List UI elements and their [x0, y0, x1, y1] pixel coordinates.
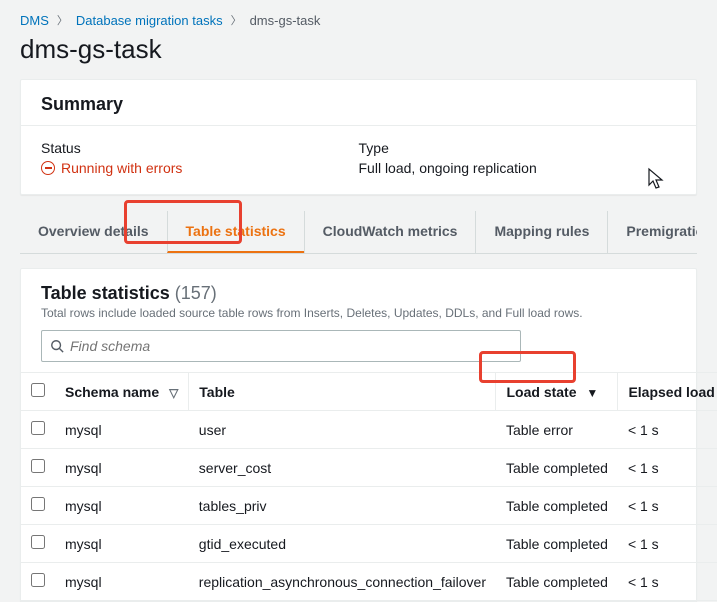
- cell-schema: mysql: [55, 525, 189, 563]
- cell-table: replication_asynchronous_connection_fail…: [189, 563, 496, 601]
- cell-elapsed: < 1 s: [618, 525, 717, 563]
- breadcrumb: DMS 〉 Database migration tasks 〉 dms-gs-…: [20, 12, 697, 28]
- col-load-state[interactable]: Load state ▼: [496, 373, 618, 411]
- table-row: mysqluserTable error< 1 s: [21, 411, 717, 449]
- cell-load-state: Table completed: [496, 487, 618, 525]
- cell-elapsed: < 1 s: [618, 563, 717, 601]
- page-title: dms-gs-task: [20, 34, 697, 65]
- cell-table: gtid_executed: [189, 525, 496, 563]
- cell-schema: mysql: [55, 411, 189, 449]
- type-value: Full load, ongoing replication: [359, 160, 677, 176]
- row-checkbox[interactable]: [31, 535, 45, 549]
- cell-elapsed: < 1 s: [618, 449, 717, 487]
- row-checkbox[interactable]: [31, 573, 45, 587]
- table-stats-subtitle: Total rows include loaded source table r…: [21, 306, 696, 330]
- type-label: Type: [359, 140, 677, 156]
- row-checkbox[interactable]: [31, 497, 45, 511]
- table-stats-title-text: Table statistics: [41, 283, 170, 303]
- cell-table: server_cost: [189, 449, 496, 487]
- tab-premigration-assessments[interactable]: Premigration assessments: [607, 211, 697, 253]
- table-row: mysqlserver_costTable completed< 1 s: [21, 449, 717, 487]
- tab-overview-details[interactable]: Overview details: [20, 211, 167, 253]
- col-elapsed-label: Elapsed load time: [628, 384, 717, 400]
- stats-table: Schema name ▽ Table Load state ▼ Elapsed…: [21, 372, 717, 601]
- tabs: Overview details Table statistics CloudW…: [20, 211, 697, 254]
- chevron-right-icon: 〉: [57, 12, 68, 28]
- breadcrumb-root[interactable]: DMS: [20, 13, 49, 28]
- status-value: Running with errors: [41, 160, 359, 176]
- cell-table: tables_priv: [189, 487, 496, 525]
- status-label: Status: [41, 140, 359, 156]
- cell-elapsed: < 1 s: [618, 487, 717, 525]
- breadcrumb-current: dms-gs-task: [250, 13, 321, 28]
- select-all-checkbox[interactable]: [31, 383, 45, 397]
- table-row: mysqlgtid_executedTable completed< 1 s: [21, 525, 717, 563]
- table-row: mysqltables_privTable completed< 1 s: [21, 487, 717, 525]
- cell-elapsed: < 1 s: [618, 411, 717, 449]
- cell-schema: mysql: [55, 487, 189, 525]
- chevron-right-icon: 〉: [231, 12, 242, 28]
- table-stats-count: (157): [175, 283, 217, 303]
- summary-heading: Summary: [21, 80, 696, 125]
- search-input[interactable]: [70, 338, 512, 354]
- cell-load-state: Table completed: [496, 525, 618, 563]
- search-input-wrap[interactable]: [41, 330, 521, 362]
- error-icon: [41, 161, 55, 175]
- tab-table-statistics[interactable]: Table statistics: [167, 211, 304, 253]
- col-table[interactable]: Table: [189, 373, 496, 411]
- summary-panel: Summary Status Running with errors Type …: [20, 79, 697, 195]
- col-table-label: Table: [199, 384, 235, 400]
- col-schema-label: Schema name: [65, 384, 159, 400]
- tab-mapping-rules[interactable]: Mapping rules: [475, 211, 607, 253]
- table-row: mysqlreplication_asynchronous_connection…: [21, 563, 717, 601]
- sort-icon: ▽: [169, 386, 178, 400]
- search-icon: [50, 339, 64, 353]
- status-text: Running with errors: [61, 160, 182, 176]
- cell-load-state: Table completed: [496, 563, 618, 601]
- row-checkbox[interactable]: [31, 421, 45, 435]
- cell-table: user: [189, 411, 496, 449]
- sort-icon: ▼: [586, 386, 598, 400]
- cell-schema: mysql: [55, 563, 189, 601]
- cursor-icon: [647, 167, 667, 191]
- col-elapsed[interactable]: Elapsed load time: [618, 373, 717, 411]
- col-load-state-label: Load state: [506, 384, 576, 400]
- cell-load-state: Table error: [496, 411, 618, 449]
- tab-cloudwatch-metrics[interactable]: CloudWatch metrics: [304, 211, 476, 253]
- row-checkbox[interactable]: [31, 459, 45, 473]
- col-schema[interactable]: Schema name ▽: [55, 373, 189, 411]
- cell-schema: mysql: [55, 449, 189, 487]
- table-stats-title: Table statistics (157): [21, 269, 696, 306]
- cell-load-state: Table completed: [496, 449, 618, 487]
- table-stats-panel: Table statistics (157) Total rows includ…: [20, 268, 697, 602]
- breadcrumb-tasks[interactable]: Database migration tasks: [76, 13, 223, 28]
